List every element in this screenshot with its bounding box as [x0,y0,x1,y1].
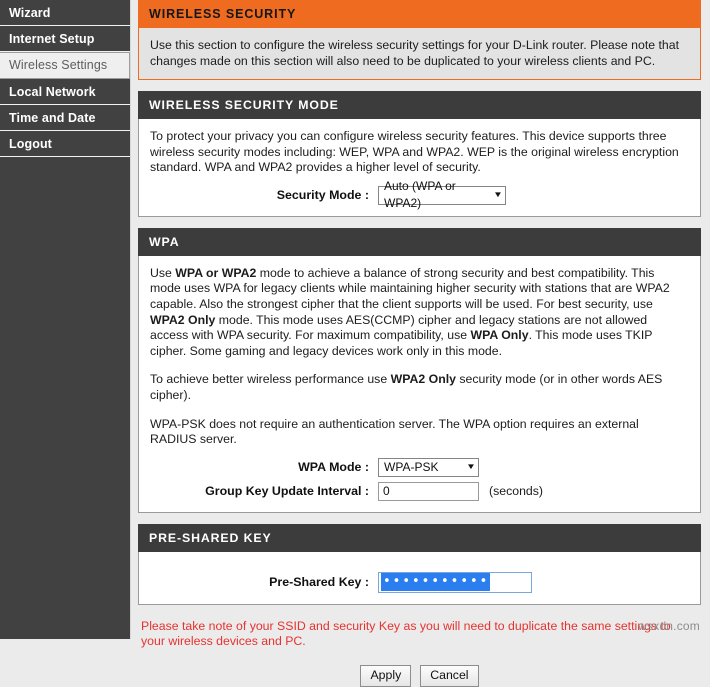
ssid-warning-text: Please take note of your SSID and securi… [141,618,671,649]
section-pre-shared-key: PRE-SHARED KEY Pre-Shared Key : ••••••••… [138,523,701,605]
cancel-button[interactable]: Cancel [420,664,479,687]
wpa-p1-bold1: WPA or WPA2 [175,265,257,280]
wpa-p2-text1: To achieve better wireless performance u… [150,372,391,387]
wpa-paragraph-2: To achieve better wireless performance u… [150,372,688,403]
sidebar-item-wizard[interactable]: Wizard [0,0,130,26]
pre-shared-key-row: Pre-Shared Key : ••••••••••• [150,571,688,593]
wpa-mode-selected-value: WPA-PSK [384,459,439,474]
sidebar-item-local-network[interactable]: Local Network [0,79,130,105]
pre-shared-key-label: Pre-Shared Key : [269,575,369,590]
section-wireless-security-mode: WIRELESS SECURITY MODE To protect your p… [138,91,701,217]
action-button-row: Apply Cancel [138,664,701,687]
page-title: WIRELESS SECURITY [138,0,701,28]
section-header-pre-shared-key: PRE-SHARED KEY [138,523,701,552]
router-admin-page: Wizard Internet Setup Wireless Settings … [0,0,710,687]
wpa-mode-select[interactable]: WPA-PSK ▼ [378,457,479,477]
section-body-pre-shared-key: Pre-Shared Key : ••••••••••• [138,551,701,605]
wpa-p1-text1: Use [150,265,176,280]
sidebar-item-time-and-date[interactable]: Time and Date [0,105,130,131]
wpa-paragraph-1: Use WPA or WPA2 mode to achieve a balanc… [150,266,688,360]
wpa-mode-row: WPA Mode : WPA-PSK ▼ [150,457,688,477]
group-key-label: Group Key Update Interval : [205,484,369,499]
security-mode-select[interactable]: Auto (WPA or WPA2) ▼ [378,179,506,210]
site-watermark: wsxdn.com [638,619,700,633]
pre-shared-key-masked-value: ••••••••••• [381,573,491,592]
wpa-mode-label: WPA Mode : [298,460,369,475]
wpa-paragraph-3: WPA-PSK does not require an authenticati… [150,416,639,447]
wpa-p1-bold3: WPA Only [470,328,529,343]
page-intro-text: Use this section to configure the wirele… [138,28,701,80]
section-wpa: WPA Use WPA or WPA2 mode to achieve a ba… [138,227,701,513]
section-body-security-mode: To protect your privacy you can configur… [138,119,701,217]
group-key-input[interactable] [378,481,479,501]
section-body-wpa: Use WPA or WPA2 mode to achieve a balanc… [138,255,701,513]
group-key-row: Group Key Update Interval : (seconds) [150,481,688,501]
chevron-down-icon: ▼ [466,462,476,472]
security-mode-description: To protect your privacy you can configur… [150,129,679,175]
section-header-wpa: WPA [138,227,701,256]
chevron-down-icon: ▼ [493,190,503,200]
sidebar-item-wireless-settings[interactable]: Wireless Settings [0,52,130,79]
sidebar-nav: Wizard Internet Setup Wireless Settings … [0,0,131,639]
section-header-security-mode: WIRELESS SECURITY MODE [138,91,701,119]
security-mode-selected-value: Auto (WPA or WPA2) [384,179,456,211]
group-key-unit: (seconds) [489,484,543,499]
wpa-p1-bold2: WPA2 Only [150,312,216,327]
wpa-p2-bold1: WPA2 Only [390,372,456,387]
main-content: WIRELESS SECURITY Use this section to co… [131,0,710,687]
pre-shared-key-input[interactable]: ••••••••••• [378,571,532,593]
security-mode-label: Security Mode : [276,188,369,203]
sidebar-item-internet-setup[interactable]: Internet Setup [0,26,130,52]
security-mode-row: Security Mode : Auto (WPA or WPA2) ▼ [150,179,688,210]
apply-button[interactable]: Apply [360,664,412,687]
sidebar-item-logout[interactable]: Logout [0,131,130,157]
